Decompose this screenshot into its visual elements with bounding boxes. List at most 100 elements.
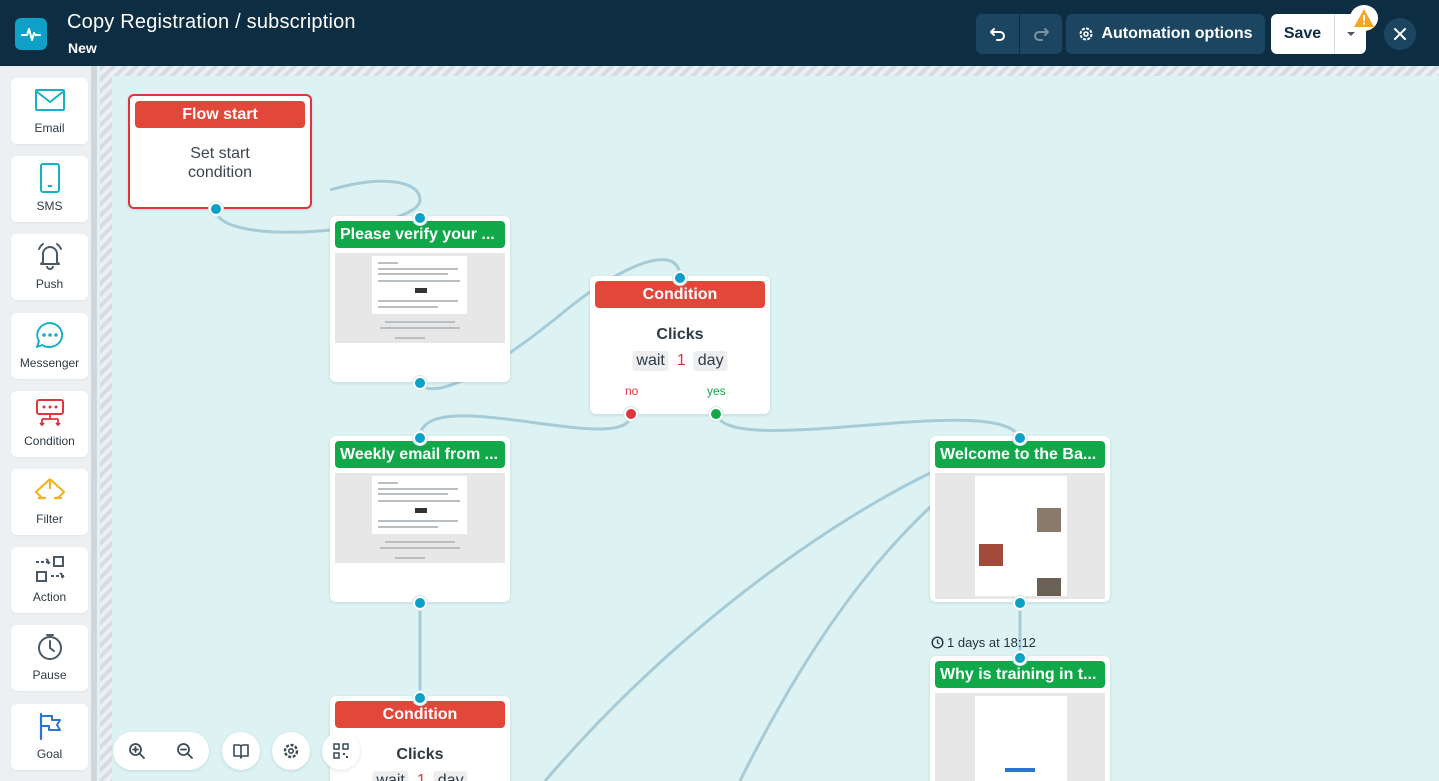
delay-label: 1 days at 18:12 <box>931 635 1036 650</box>
condition-node-1[interactable]: Condition Clicks wait 1 day no yes <box>590 276 770 414</box>
wait-unit: day <box>693 351 728 371</box>
canvas-settings-button[interactable] <box>272 732 310 770</box>
start-condition-text[interactable]: Set start condition <box>130 144 310 182</box>
palette-messenger[interactable]: Messenger <box>11 313 88 379</box>
palette-sms[interactable]: SMS <box>11 156 88 222</box>
bell-icon <box>37 243 62 270</box>
clock-icon <box>931 636 944 649</box>
condition-metric: Clicks <box>656 326 704 343</box>
wait-unit: day <box>433 771 468 781</box>
wait-duration: wait 1 day <box>632 351 728 371</box>
input-port[interactable] <box>1013 651 1027 665</box>
action-icon <box>35 556 66 582</box>
palette-scrollbar[interactable] <box>91 66 97 781</box>
filter-icon <box>34 478 65 500</box>
palette-label: Filter <box>36 512 63 526</box>
history-controls <box>976 14 1062 54</box>
warning-icon <box>1354 9 1374 27</box>
palette-goal[interactable]: Goal <box>11 704 88 770</box>
branch-yes-label: yes <box>707 384 726 398</box>
qr-code-icon <box>333 743 349 759</box>
palette-push[interactable]: Push <box>11 234 88 300</box>
node-title: Why is training in t... <box>935 661 1105 688</box>
condition-icon <box>35 399 64 427</box>
canvas-border <box>100 66 112 781</box>
palette-label: Goal <box>36 747 63 761</box>
book-icon <box>233 744 249 759</box>
node-title: Condition <box>595 281 765 308</box>
condition-node-2[interactable]: Condition Clicks wait 1 day <box>330 696 510 781</box>
chevron-down-icon <box>1346 32 1355 36</box>
email-node-welcome[interactable]: Welcome to the Ba... <box>930 436 1110 602</box>
close-button[interactable] <box>1384 18 1416 50</box>
status-label: New <box>68 40 97 56</box>
palette-filter[interactable]: Filter <box>11 469 88 535</box>
envelope-icon <box>34 89 65 111</box>
email-preview <box>935 693 1105 781</box>
wait-number: 1 <box>676 352 686 369</box>
email-node-verify[interactable]: Please verify your ... <box>330 216 510 382</box>
wait-word: wait <box>372 771 409 781</box>
palette-condition[interactable]: Condition <box>11 391 88 457</box>
chat-bubble-icon <box>35 322 63 348</box>
input-port[interactable] <box>413 211 427 225</box>
automation-options-button[interactable]: Automation options <box>1066 14 1265 54</box>
guide-button[interactable] <box>222 732 260 770</box>
output-port[interactable] <box>413 596 427 610</box>
output-port[interactable] <box>1013 596 1027 610</box>
node-title: Please verify your ... <box>335 221 505 248</box>
email-preview <box>335 473 505 563</box>
wait-word: wait <box>632 351 669 371</box>
palette-action[interactable]: Action <box>11 547 88 613</box>
clock-icon <box>37 634 62 660</box>
gear-icon <box>1079 27 1093 41</box>
branch-no-label: no <box>625 384 639 398</box>
zoom-controls <box>113 732 209 770</box>
wait-duration: wait 1 day <box>372 771 468 781</box>
qr-code-button[interactable] <box>322 732 360 770</box>
warning-badge[interactable] <box>1350 5 1378 31</box>
top-bar: Copy Registration / subscription New Aut… <box>0 0 1439 66</box>
save-button[interactable]: Save <box>1271 14 1334 54</box>
node-title: Weekly email from ... <box>335 441 505 468</box>
palette-label: Push <box>35 277 64 291</box>
flow-start-node[interactable]: Flow start Set start condition <box>128 94 312 209</box>
close-icon <box>1394 28 1406 40</box>
redo-button[interactable] <box>1019 14 1062 54</box>
email-node-training[interactable]: Why is training in t... <box>930 656 1110 781</box>
input-port[interactable] <box>413 691 427 705</box>
palette-email[interactable]: Email <box>11 78 88 144</box>
palette-label: Condition <box>24 434 75 448</box>
palette-label: SMS <box>36 199 63 213</box>
node-title: Condition <box>335 701 505 728</box>
flag-icon <box>39 712 61 741</box>
palette-label: Pause <box>32 668 67 682</box>
app-logo[interactable] <box>15 18 47 50</box>
undo-button[interactable] <box>976 14 1019 54</box>
no-output-port[interactable] <box>624 407 638 421</box>
palette-label: Messenger <box>19 356 80 370</box>
canvas-border <box>100 66 1439 76</box>
gear-icon <box>283 743 299 759</box>
input-port[interactable] <box>1013 431 1027 445</box>
output-port[interactable] <box>413 376 427 390</box>
node-title: Welcome to the Ba... <box>935 441 1105 468</box>
input-port[interactable] <box>673 271 687 285</box>
automation-options-label: Automation options <box>1101 25 1253 42</box>
input-port[interactable] <box>413 431 427 445</box>
node-title: Flow start <box>135 101 305 128</box>
undo-icon <box>989 28 1005 41</box>
yes-output-port[interactable] <box>709 407 723 421</box>
output-port[interactable] <box>209 202 223 216</box>
zoom-out-button[interactable] <box>161 732 209 770</box>
palette-label: Email <box>34 121 65 135</box>
zoom-out-icon <box>177 743 193 759</box>
redo-icon <box>1034 28 1049 41</box>
phone-icon <box>39 163 60 193</box>
email-preview <box>335 253 505 343</box>
zoom-in-button[interactable] <box>113 732 161 770</box>
palette-pause[interactable]: Pause <box>11 625 88 691</box>
wait-number: 1 <box>416 772 426 781</box>
email-node-weekly[interactable]: Weekly email from ... <box>330 436 510 602</box>
email-preview <box>935 473 1105 599</box>
